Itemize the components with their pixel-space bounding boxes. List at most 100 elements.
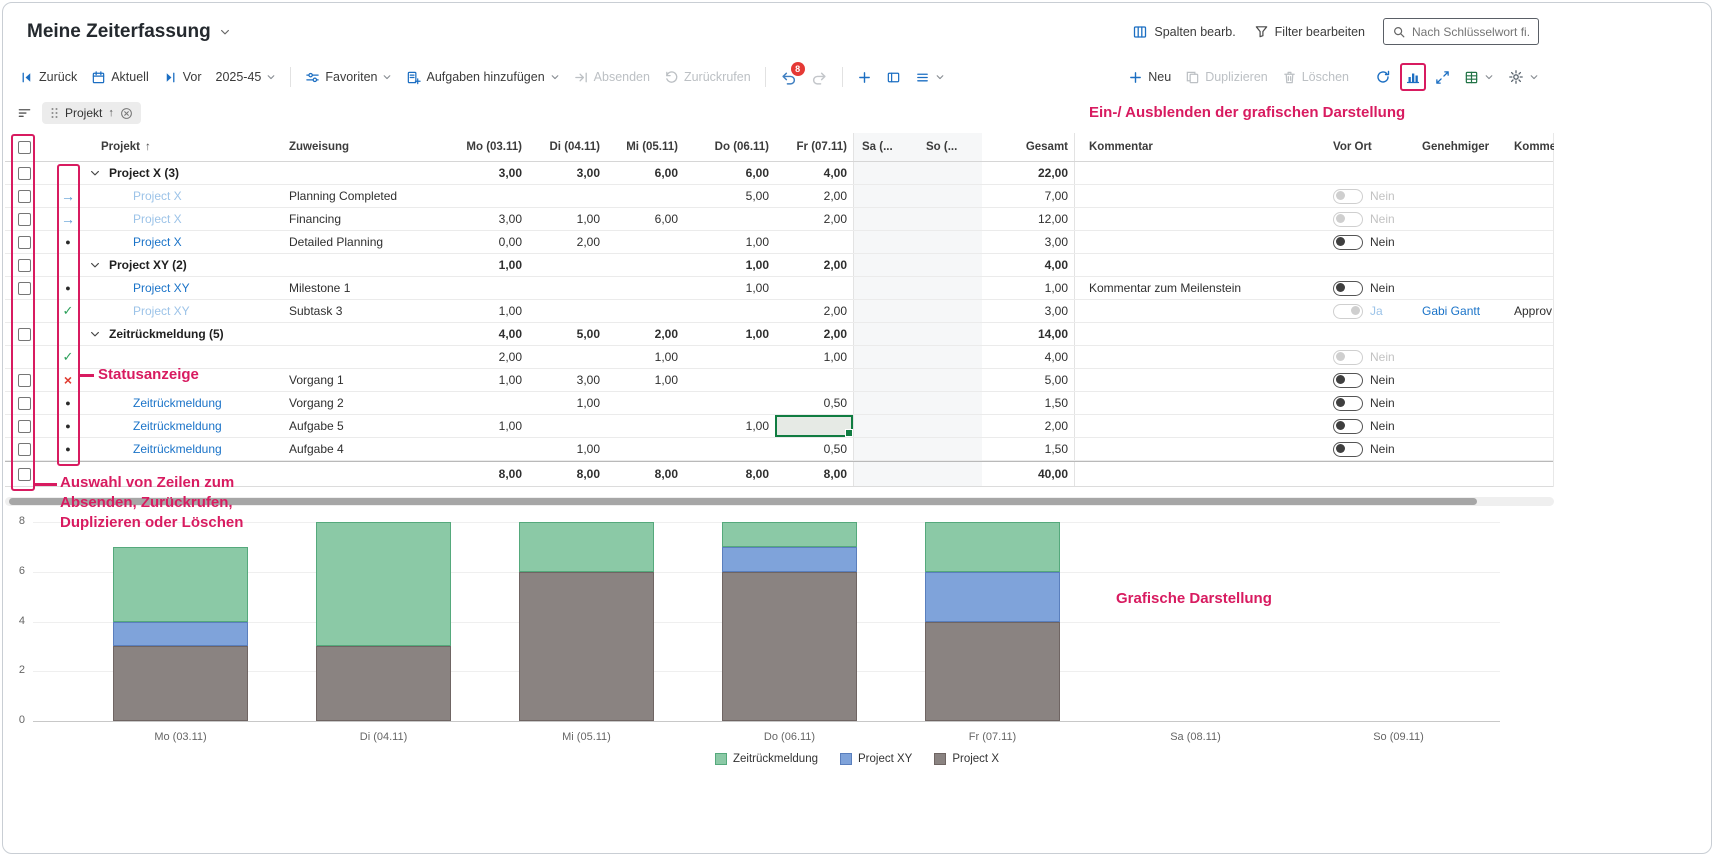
onsite-toggle[interactable]	[1333, 235, 1363, 250]
hours-cell-di[interactable]	[528, 346, 606, 368]
hours-cell-fr[interactable]	[775, 415, 854, 437]
onsite-toggle[interactable]	[1333, 419, 1363, 434]
select-all-checkbox[interactable]	[18, 141, 31, 154]
hours-cell-so[interactable]	[918, 438, 982, 460]
column-header-zuweisung[interactable]: Zuweisung	[275, 133, 460, 161]
hours-cell-di[interactable]: 1,00	[528, 208, 606, 230]
onsite-toggle[interactable]	[1333, 350, 1363, 365]
hours-cell-mo[interactable]	[460, 185, 528, 207]
hours-cell-so[interactable]	[918, 208, 982, 230]
row-checkbox[interactable]	[18, 374, 31, 387]
comment-cell[interactable]	[1075, 369, 1325, 391]
hours-cell-do[interactable]	[684, 346, 775, 368]
assignment-cell[interactable]: Vorgang 2	[275, 392, 460, 414]
project-link[interactable]: Project X	[133, 212, 182, 226]
project-cell[interactable]: Project XY (2)	[83, 254, 275, 276]
onsite-toggle[interactable]	[1333, 396, 1363, 411]
hours-cell-mo[interactable]: 2,00	[460, 346, 528, 368]
row-checkbox[interactable]	[18, 443, 31, 456]
hours-cell-sa[interactable]	[854, 415, 918, 437]
onsite-toggle[interactable]	[1333, 189, 1363, 204]
project-link[interactable]: Project XY	[133, 304, 190, 318]
favorites-button[interactable]: Favoriten	[305, 70, 392, 85]
hours-cell-mi[interactable]	[606, 231, 684, 253]
hours-cell-do[interactable]: 1,00	[684, 277, 775, 299]
hours-cell-mi[interactable]	[606, 185, 684, 207]
project-link[interactable]: Zeitrückmeldung	[133, 396, 222, 410]
refresh-button[interactable]	[1375, 69, 1391, 85]
hours-cell-do[interactable]	[684, 208, 775, 230]
edit-filters-button[interactable]: Filter bearbeiten	[1254, 24, 1365, 39]
hours-cell-sa[interactable]	[854, 369, 918, 391]
comment-cell[interactable]	[1075, 185, 1325, 207]
redo-button[interactable]	[811, 69, 828, 86]
insert-row-button[interactable]	[857, 70, 872, 85]
row-checkbox[interactable]	[18, 468, 31, 481]
hours-cell-di[interactable]: 3,00	[528, 369, 606, 391]
hours-cell-fr[interactable]: 2,00	[775, 185, 854, 207]
hours-cell-mo[interactable]: 1,00	[460, 415, 528, 437]
hours-cell-sa[interactable]	[854, 185, 918, 207]
new-button[interactable]: Neu	[1128, 70, 1171, 85]
export-table-button[interactable]	[1464, 70, 1494, 85]
column-header-gesamt[interactable]: Gesamt	[982, 133, 1075, 161]
assignment-cell[interactable]: Subtask 3	[275, 300, 460, 322]
onsite-toggle[interactable]	[1333, 442, 1363, 457]
row-checkbox[interactable]	[18, 213, 31, 226]
view-options-button[interactable]	[915, 70, 945, 85]
project-link[interactable]: Project X	[133, 235, 182, 249]
hours-cell-fr[interactable]	[775, 231, 854, 253]
onsite-toggle[interactable]	[1333, 373, 1363, 388]
comment-cell[interactable]	[1075, 300, 1325, 322]
hours-cell-di[interactable]: 1,00	[528, 438, 606, 460]
comment-cell[interactable]	[1075, 415, 1325, 437]
column-header-kommentar2[interactable]: Kommen...	[1500, 133, 1554, 161]
hours-cell-mo[interactable]	[460, 392, 528, 414]
delete-button[interactable]: Löschen	[1282, 70, 1349, 85]
hours-cell-do[interactable]	[684, 392, 775, 414]
column-header-mi[interactable]: Mi (05.11)	[606, 133, 684, 161]
hours-cell-di[interactable]	[528, 300, 606, 322]
hours-cell-so[interactable]	[918, 277, 982, 299]
group-chevron-down-icon[interactable]	[89, 328, 101, 340]
column-header-mo[interactable]: Mo (03.11)	[460, 133, 528, 161]
hours-cell-sa[interactable]	[854, 208, 918, 230]
hours-cell-fr[interactable]: 2,00	[775, 300, 854, 322]
column-header-do[interactable]: Do (06.11)	[684, 133, 775, 161]
row-checkbox[interactable]	[18, 236, 31, 249]
hours-cell-fr[interactable]: 0,50	[775, 392, 854, 414]
column-header-kommentar[interactable]: Kommentar	[1075, 133, 1325, 161]
hours-cell-di[interactable]	[528, 415, 606, 437]
assignment-cell[interactable]: Detailed Planning	[275, 231, 460, 253]
assignment-cell[interactable]: Vorgang 1	[275, 369, 460, 391]
title-chevron-down-icon[interactable]	[219, 26, 231, 38]
hours-cell-mo[interactable]: 3,00	[460, 208, 528, 230]
approver-link[interactable]: Gabi Gantt	[1422, 304, 1480, 318]
hours-cell-di[interactable]: 2,00	[528, 231, 606, 253]
hours-cell-do[interactable]	[684, 369, 775, 391]
hours-cell-fr[interactable]: 1,00	[775, 346, 854, 368]
hours-cell-mi[interactable]	[606, 300, 684, 322]
hours-cell-mi[interactable]	[606, 438, 684, 460]
hours-cell-mo[interactable]: 1,00	[460, 300, 528, 322]
hours-cell-mi[interactable]: 1,00	[606, 346, 684, 368]
submit-button[interactable]: Absenden	[574, 70, 650, 85]
column-header-vorort[interactable]: Vor Ort	[1325, 133, 1410, 161]
search-input[interactable]	[1412, 25, 1530, 39]
hours-cell-so[interactable]	[918, 369, 982, 391]
hours-cell-mi[interactable]: 6,00	[606, 208, 684, 230]
drag-handle-icon[interactable]	[50, 107, 59, 119]
comment-cell[interactable]: Kommentar zum Meilenstein	[1075, 277, 1325, 299]
row-checkbox[interactable]	[18, 282, 31, 295]
remove-chip-icon[interactable]	[120, 107, 133, 120]
comment-cell[interactable]	[1075, 392, 1325, 414]
hours-cell-do[interactable]: 1,00	[684, 231, 775, 253]
hours-cell-di[interactable]	[528, 277, 606, 299]
hours-cell-mi[interactable]	[606, 277, 684, 299]
row-checkbox[interactable]	[18, 167, 31, 180]
hours-cell-di[interactable]: 1,00	[528, 392, 606, 414]
row-checkbox[interactable]	[18, 190, 31, 203]
period-selector[interactable]: 2025-45	[216, 70, 277, 84]
back-button[interactable]: Zurück	[19, 70, 77, 85]
assignment-cell[interactable]: Planning Completed	[275, 185, 460, 207]
